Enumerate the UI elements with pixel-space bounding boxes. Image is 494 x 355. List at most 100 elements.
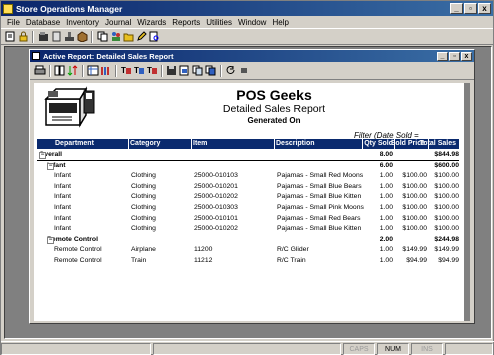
- cell-item: 25000-010202: [194, 193, 238, 201]
- col-description[interactable]: Description: [276, 140, 315, 147]
- menu-file[interactable]: File: [4, 18, 23, 27]
- collapse-toggle[interactable]: −: [47, 236, 54, 244]
- app-icon: [3, 3, 13, 14]
- main-toolbar: [1, 29, 493, 45]
- col-item[interactable]: Item: [193, 140, 207, 147]
- table-row[interactable]: Infant Clothing 25000-010303 Pajamas - S…: [37, 203, 459, 214]
- status-bar: CAPS NUM INS: [1, 341, 494, 355]
- cell-item: 25000-010303: [194, 203, 238, 211]
- menu-journal[interactable]: Journal: [102, 18, 134, 27]
- company-name: POS Geeks: [236, 87, 312, 103]
- cell-total: $100.00: [434, 172, 459, 180]
- grid-icon[interactable]: [87, 65, 99, 77]
- col-department[interactable]: Department: [55, 140, 94, 147]
- col-qty-sold[interactable]: Qty Sold: [364, 140, 393, 147]
- app-title: Store Operations Manager: [16, 3, 123, 14]
- pencil-icon[interactable]: [135, 31, 147, 43]
- report-page: POS Geeks Detailed Sales Report Generate…: [34, 83, 464, 321]
- cell-price: $100.00: [402, 193, 427, 201]
- status-panel: [153, 343, 341, 355]
- menu-window[interactable]: Window: [235, 18, 269, 27]
- table-row[interactable]: Remote Control Train 11212 R/C Train 1.0…: [37, 256, 459, 267]
- paste-icon[interactable]: [205, 65, 217, 77]
- caps-indicator: CAPS: [343, 343, 375, 355]
- cell-qty: 1.00: [379, 246, 393, 254]
- lock-icon[interactable]: [17, 31, 29, 43]
- table-row[interactable]: Infant Clothing 25000-010201 Pajamas - S…: [37, 182, 459, 193]
- cell-total: $100.00: [434, 182, 459, 190]
- group-row-remote-control[interactable]: − Remote Control 2.00 $244.98: [37, 235, 459, 246]
- cell-price: $100.00: [402, 203, 427, 211]
- cell-qty: 1.00: [379, 256, 393, 264]
- group-qty: 2.00: [379, 235, 393, 243]
- bars-icon[interactable]: [100, 65, 112, 77]
- refresh-icon[interactable]: [225, 65, 237, 77]
- menu-inventory[interactable]: Inventory: [63, 18, 102, 27]
- stop-icon[interactable]: [238, 65, 250, 77]
- people-icon[interactable]: [109, 31, 121, 43]
- child-minimize-button[interactable]: _: [437, 51, 448, 61]
- group-total: $844.98: [434, 151, 459, 158]
- cell-total: $100.00: [434, 214, 459, 222]
- save-icon[interactable]: [166, 65, 178, 77]
- open-icon[interactable]: [37, 31, 49, 43]
- sum-icon[interactable]: T: [146, 65, 158, 77]
- col-total-sales[interactable]: Total Sales: [420, 140, 456, 147]
- copy-report-icon[interactable]: [192, 65, 204, 77]
- cell-total: $149.99: [434, 246, 459, 254]
- cell-description: Pajamas - Small Red Bears: [277, 214, 361, 222]
- export-icon[interactable]: [179, 65, 191, 77]
- collapse-toggle[interactable]: −: [39, 152, 46, 159]
- menu-help[interactable]: Help: [269, 18, 291, 27]
- close-button[interactable]: x: [478, 3, 491, 14]
- report-toolbar: T T T: [30, 62, 474, 80]
- cell-category: Clothing: [131, 214, 156, 222]
- report-window-titlebar[interactable]: Active Report: Detailed Sales Report _ ▫…: [30, 50, 474, 62]
- child-close-button[interactable]: x: [461, 51, 472, 61]
- group-row-overall[interactable]: − Overall 8.00 $844.98: [37, 150, 459, 161]
- col-category[interactable]: Category: [130, 140, 160, 147]
- menu-bar: File Database Inventory Journal Wizards …: [1, 16, 493, 29]
- stamp-icon[interactable]: [63, 31, 75, 43]
- sort-icon[interactable]: [67, 65, 79, 77]
- document-icon[interactable]: [50, 31, 62, 43]
- box-icon[interactable]: [76, 31, 88, 43]
- cell-description: Pajamas - Small Pink Moons: [277, 203, 364, 211]
- cell-price: $100.00: [402, 214, 427, 222]
- num-indicator: NUM: [377, 343, 409, 355]
- cell-category: Airplane: [131, 246, 156, 254]
- menu-wizards[interactable]: Wizards: [134, 18, 169, 27]
- menu-reports[interactable]: Reports: [169, 18, 203, 27]
- columns-icon[interactable]: [54, 65, 66, 77]
- cell-price: $100.00: [402, 172, 427, 180]
- table-row[interactable]: Infant Clothing 25000-010202 Pajamas - S…: [37, 192, 459, 203]
- filter-icon[interactable]: T: [133, 65, 145, 77]
- copy-icon[interactable]: [96, 31, 108, 43]
- restore-button[interactable]: ▫: [464, 3, 477, 14]
- group-row-infant[interactable]: − Infant 6.00 $600.00: [37, 161, 459, 172]
- menu-database[interactable]: Database: [23, 18, 63, 27]
- cell-price: $94.99: [406, 256, 427, 264]
- app-titlebar[interactable]: Store Operations Manager _ ▫ x: [1, 1, 493, 16]
- minimize-button[interactable]: _: [450, 3, 463, 14]
- status-message: [1, 343, 151, 355]
- child-restore-button[interactable]: ▫: [449, 51, 460, 61]
- cell-total: $94.99: [438, 256, 459, 264]
- svg-text:T: T: [134, 66, 139, 75]
- table-row[interactable]: Remote Control Airplane 11200 R/C Glider…: [37, 245, 459, 256]
- table-row[interactable]: Infant Clothing 25000-010103 Pajamas - S…: [37, 171, 459, 182]
- cell-qty: 1.00: [379, 203, 393, 211]
- svg-text:T: T: [121, 66, 126, 75]
- menu-utilities[interactable]: Utilities: [203, 18, 235, 27]
- report-viewer[interactable]: POS Geeks Detailed Sales Report Generate…: [34, 83, 470, 321]
- status-extra: [445, 343, 493, 355]
- folder-icon[interactable]: [122, 31, 134, 43]
- table-row[interactable]: Infant Clothing 25000-010101 Pajamas - S…: [37, 214, 459, 225]
- collapse-toggle[interactable]: −: [47, 162, 54, 170]
- table-row[interactable]: Infant Clothing 25000-010202 Pajamas - S…: [37, 224, 459, 235]
- cell-description: Pajamas - Small Blue Kitten: [277, 193, 362, 201]
- find-icon[interactable]: [148, 31, 160, 43]
- print-icon[interactable]: [34, 65, 46, 77]
- new-icon[interactable]: [4, 31, 16, 43]
- font-color-icon[interactable]: T: [120, 65, 132, 77]
